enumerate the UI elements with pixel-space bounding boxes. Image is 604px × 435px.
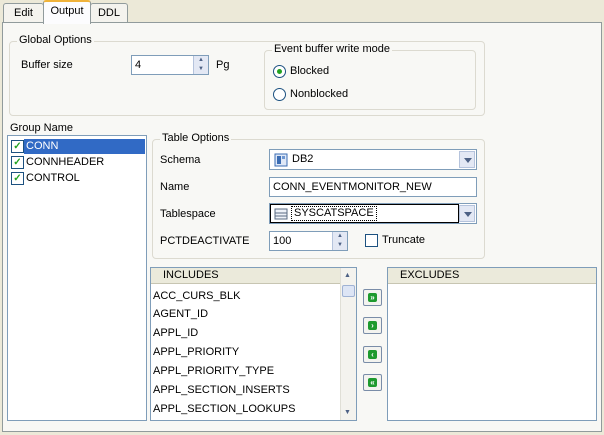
tab-edit[interactable]: Edit (3, 3, 44, 23)
write-mode-group (264, 50, 476, 110)
schema-label: Schema (160, 154, 201, 166)
list-item[interactable]: APPL_PRIORITY_TYPE (153, 363, 274, 379)
global-options-title: Global Options (17, 34, 94, 46)
list-item[interactable]: ACC_CURS_BLK (153, 288, 240, 304)
blocked-radio[interactable] (273, 65, 286, 78)
focus-outline (270, 204, 459, 223)
tab-label: DDL (97, 7, 120, 19)
list-item[interactable]: CONN (26, 138, 58, 154)
includes-header: INCLUDES (151, 268, 340, 284)
name-input[interactable]: CONN_EVENTMONITOR_NEW (269, 177, 477, 197)
scroll-thumb[interactable] (342, 285, 355, 297)
list-item[interactable]: APPL_PRIORITY (153, 344, 239, 360)
buffer-size-spinner[interactable]: ▲ ▼ (193, 56, 208, 74)
group-name-list[interactable]: ✓ CONN ✓ CONNHEADER ✓ CONTROL (7, 135, 147, 421)
list-item[interactable]: APPL_SECTION_INSERTS (153, 382, 290, 398)
pctdeactivate-input[interactable]: 100 ▲ ▼ (269, 231, 348, 251)
write-mode-title: Event buffer write mode (272, 43, 392, 55)
tab-label: Output (50, 5, 84, 17)
tablespace-label: Tablespace (160, 208, 216, 220)
blocked-label: Blocked (290, 65, 330, 77)
arrow-left-icon: ‹ (368, 350, 377, 359)
database-icon (274, 153, 288, 167)
spin-down-icon[interactable]: ▼ (332, 241, 347, 250)
table-options-title: Table Options (160, 132, 232, 144)
buffer-size-unit: Pg (216, 59, 230, 71)
includes-scrollbar[interactable]: ▲ ▼ (340, 268, 356, 420)
exclude-one-button[interactable]: ‹ (363, 346, 382, 363)
truncate-checkbox[interactable] (365, 234, 378, 247)
list-item[interactable]: CONNHEADER (26, 154, 104, 170)
exclude-all-button[interactable]: « (363, 374, 382, 391)
truncate-label: Truncate (382, 234, 426, 246)
checkbox-connheader[interactable]: ✓ (11, 156, 24, 169)
checkbox-conn[interactable]: ✓ (11, 140, 24, 153)
buffer-size-value: 4 (135, 59, 142, 71)
tablespace-select[interactable]: SYSCATSPACE (269, 203, 477, 224)
buffer-size-label: Buffer size (21, 59, 73, 71)
excludes-list[interactable]: EXCLUDES (387, 267, 597, 421)
tab-output[interactable]: Output (43, 0, 91, 24)
list-item[interactable]: AGENT_ID (153, 306, 208, 322)
include-all-button[interactable]: » (363, 289, 382, 306)
double-arrow-left-icon: « (368, 378, 377, 387)
pctdeactivate-label: PCTDEACTIVATE (160, 235, 250, 247)
include-one-button[interactable]: › (363, 317, 382, 334)
schema-select[interactable]: DB2 (269, 149, 477, 170)
spin-up-icon[interactable]: ▲ (193, 56, 208, 65)
list-item[interactable]: APPL_ID (153, 325, 198, 341)
includes-list[interactable]: INCLUDES ACC_CURS_BLK AGENT_ID APPL_ID A… (150, 267, 357, 421)
tab-ddl[interactable]: DDL (90, 3, 128, 23)
chevron-down-icon[interactable] (459, 205, 475, 222)
list-item[interactable]: CONTROL (26, 170, 80, 186)
pctdeactivate-value: 100 (273, 235, 292, 247)
excludes-header: EXCLUDES (388, 268, 596, 284)
spin-up-icon[interactable]: ▲ (332, 232, 347, 241)
nonblocked-label: Nonblocked (290, 88, 349, 100)
name-label: Name (160, 181, 190, 193)
spin-down-icon[interactable]: ▼ (193, 65, 208, 74)
buffer-size-input[interactable]: 4 ▲ ▼ (131, 55, 209, 75)
scroll-down-icon[interactable]: ▼ (344, 409, 351, 416)
list-item[interactable]: APPL_SECTION_LOOKUPS (153, 401, 295, 417)
group-name-title: Group Name (10, 122, 73, 134)
nonblocked-radio[interactable] (273, 88, 286, 101)
arrow-right-icon: › (368, 321, 377, 330)
chevron-down-icon[interactable] (459, 151, 475, 168)
pctdeactivate-spinner[interactable]: ▲ ▼ (332, 232, 347, 250)
checkbox-control[interactable]: ✓ (11, 172, 24, 185)
schema-value: DB2 (292, 153, 314, 165)
tab-label: Edit (14, 7, 33, 19)
scroll-up-icon[interactable]: ▲ (344, 272, 351, 279)
name-value: CONN_EVENTMONITOR_NEW (273, 181, 432, 193)
double-arrow-right-icon: » (368, 293, 377, 302)
